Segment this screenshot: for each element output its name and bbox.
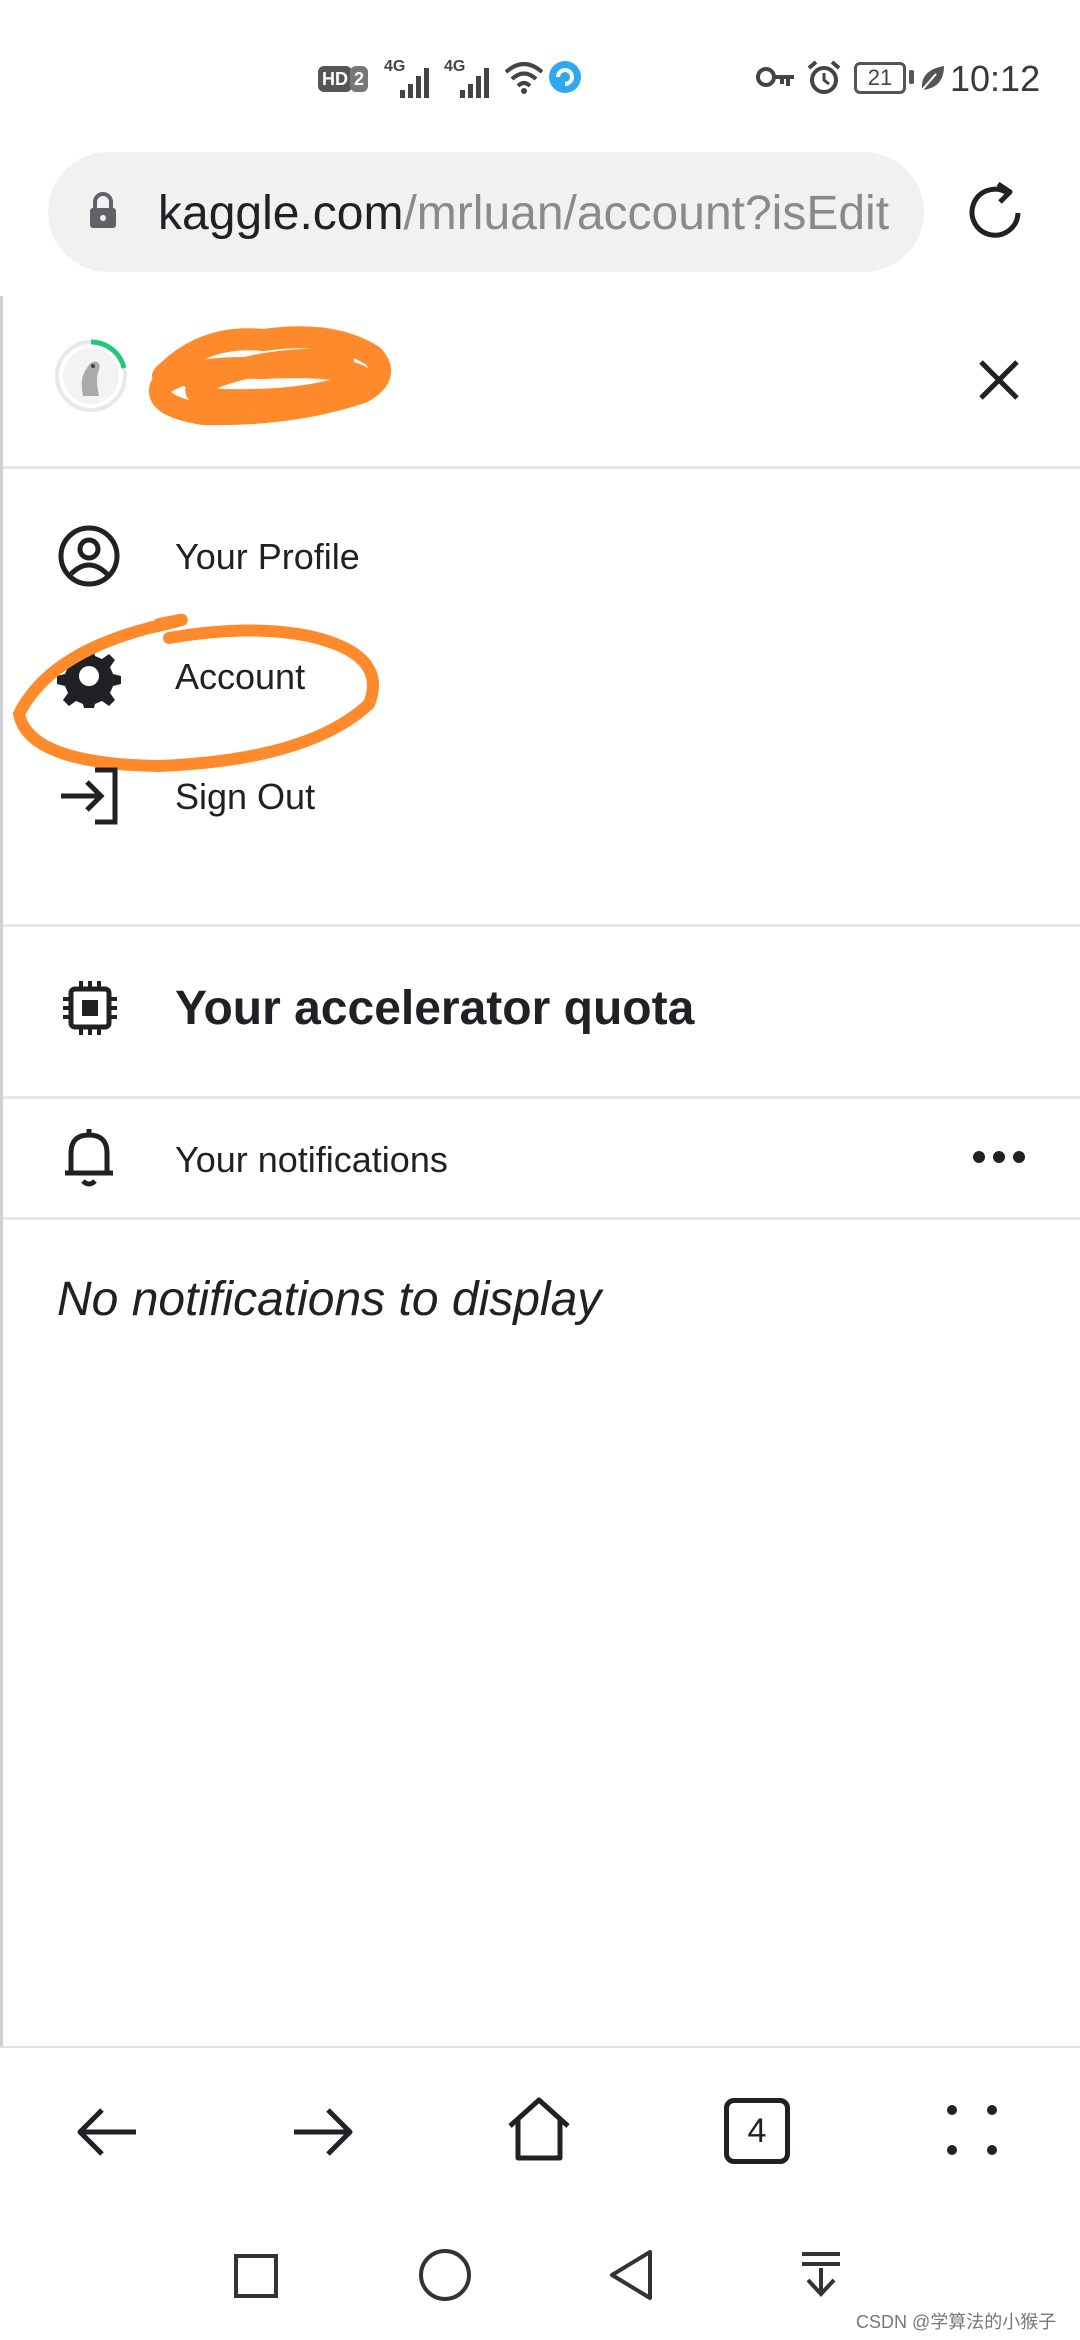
more-options-icon[interactable] xyxy=(971,1149,1027,1165)
menu-item-label: Sign Out xyxy=(175,776,316,817)
signal-icon: 4G xyxy=(384,58,434,98)
notifications-label: Your notifications xyxy=(175,1139,448,1180)
reload-icon[interactable] xyxy=(962,180,1028,246)
avatar-progress-ring xyxy=(55,339,127,412)
divider xyxy=(3,1217,1080,1220)
back-triangle-icon[interactable] xyxy=(606,2248,656,2302)
close-icon[interactable] xyxy=(977,358,1021,402)
notification-pulldown-icon[interactable] xyxy=(798,2250,844,2300)
home-circle-icon[interactable] xyxy=(418,2248,472,2302)
accelerator-quota-row[interactable]: Your accelerator quota xyxy=(3,927,1080,1095)
system-navigation-bar: CSDN @学算法的小猴子 xyxy=(0,2216,1080,2340)
status-bar: HD 2 4G 4G 21 10:12 xyxy=(0,0,1080,150)
menu-item-sign-out[interactable]: Sign Out xyxy=(3,764,1080,884)
menu-dots-icon[interactable] xyxy=(942,2100,1002,2160)
address-bar[interactable]: kaggle.com/mrluan/account?isEdit xyxy=(48,152,924,272)
browser-toolbar: 4 xyxy=(0,2046,1080,2218)
divider xyxy=(3,466,1080,469)
clock: 10:12 xyxy=(950,58,1041,99)
empty-notifications-text: No notifications to display xyxy=(57,1273,602,1326)
eco-leaf-icon xyxy=(921,66,944,91)
sign-out-icon xyxy=(61,767,118,825)
vpn-key-icon xyxy=(756,67,794,87)
hd-badge: HD xyxy=(318,66,352,92)
home-icon[interactable] xyxy=(506,2096,572,2162)
url-host: kaggle.com xyxy=(158,187,404,240)
lock-icon xyxy=(90,192,116,228)
forward-arrow-icon[interactable] xyxy=(290,2102,356,2162)
annotation-circle xyxy=(12,613,379,773)
chip-icon xyxy=(63,981,117,1035)
sim-badge: 2 xyxy=(350,66,369,92)
back-arrow-icon[interactable] xyxy=(74,2102,140,2162)
wifi-icon xyxy=(504,62,544,94)
user-drawer: M Your Profile Account Sign Out Your acc… xyxy=(0,296,1080,2046)
battery-tip xyxy=(909,70,914,84)
quota-label: Your accelerator quota xyxy=(175,982,695,1035)
url-path: /mrluan/account?isEdit xyxy=(403,187,890,240)
url-text[interactable]: kaggle.com/mrluan/account?isEdit xyxy=(158,186,910,241)
account-circle-icon xyxy=(58,525,120,587)
menu-item-label: Your Profile xyxy=(175,536,360,577)
tab-count: 4 xyxy=(747,2112,767,2150)
battery-icon: 21 xyxy=(854,62,906,94)
notifications-header: Your notifications xyxy=(3,1099,1080,1217)
app-notification-icon xyxy=(549,61,581,93)
tabs-button[interactable]: 4 xyxy=(724,2098,790,2164)
watermark: CSDN @学算法的小猴子 xyxy=(856,2312,1057,2332)
bell-icon xyxy=(65,1129,113,1187)
redaction-scribble xyxy=(148,326,391,426)
recents-square-icon[interactable] xyxy=(232,2252,280,2300)
alarm-icon xyxy=(807,60,841,94)
battery-level: 21 xyxy=(867,65,893,90)
signal-icon: 4G xyxy=(444,58,494,98)
avatar[interactable] xyxy=(53,338,129,414)
